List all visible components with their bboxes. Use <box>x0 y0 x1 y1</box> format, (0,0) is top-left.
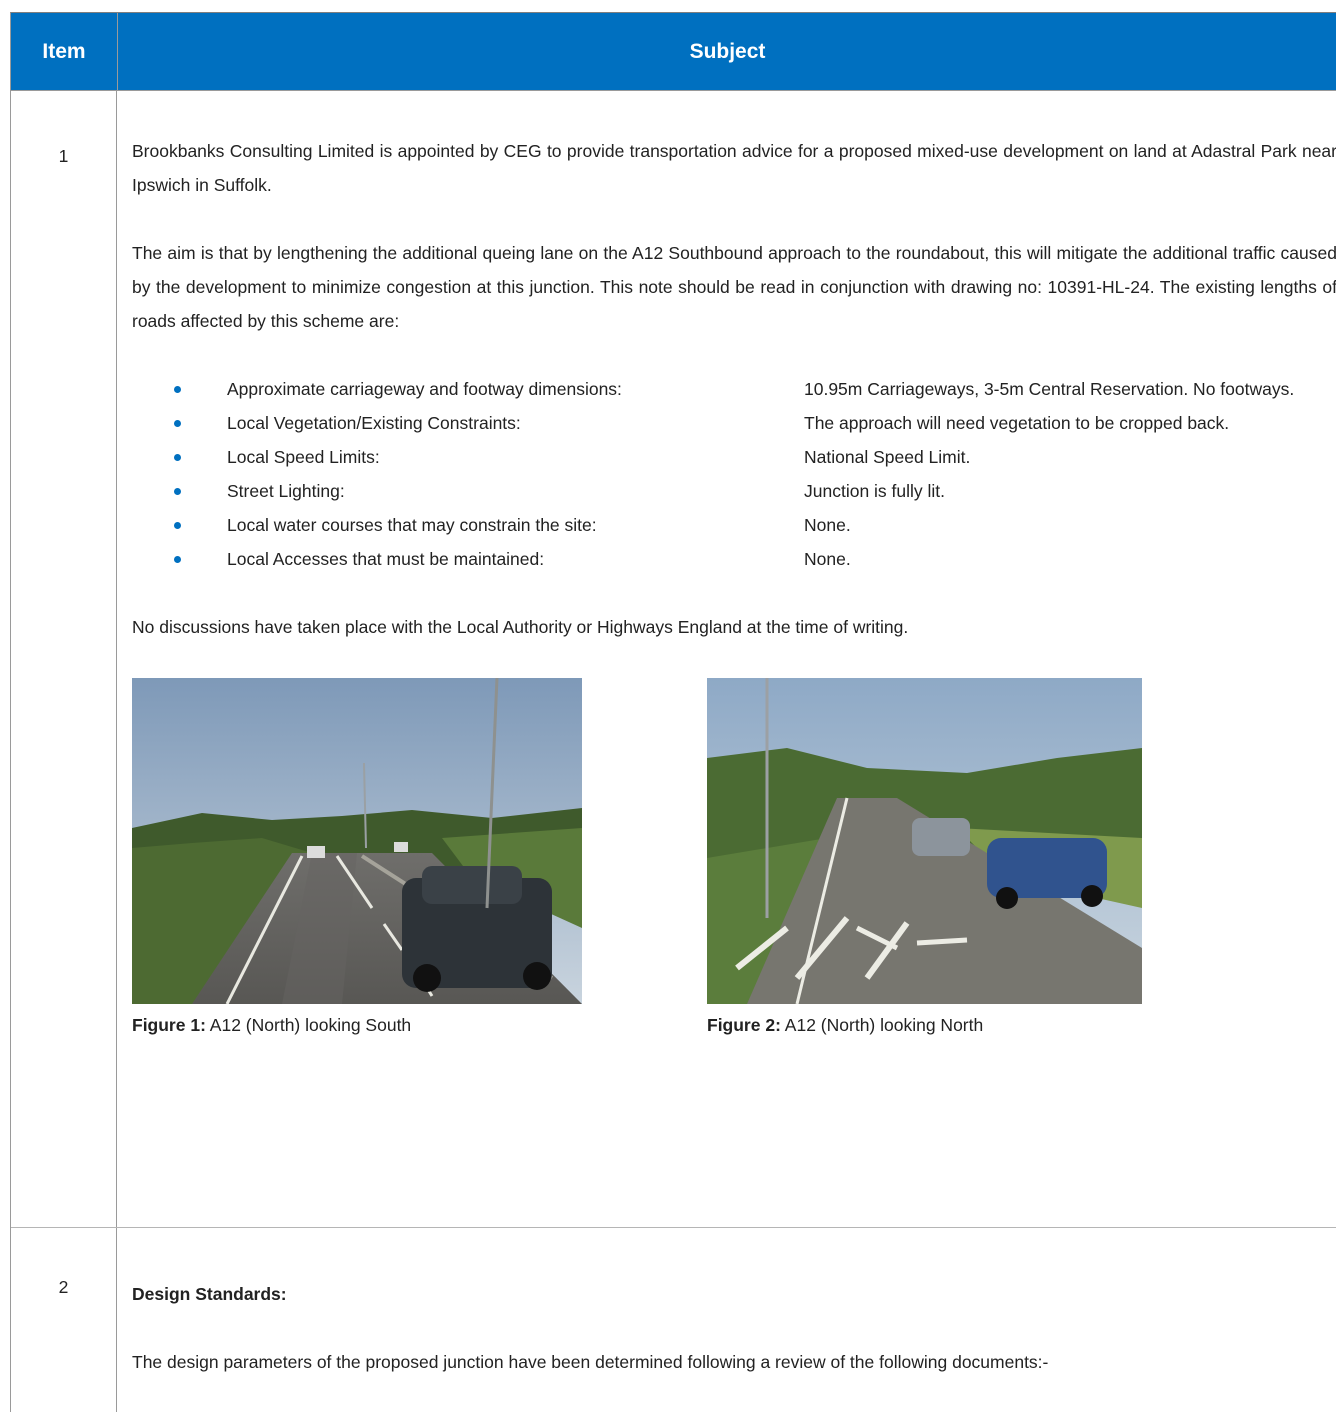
list-item: Local Accesses that must be maintained: … <box>132 542 1336 576</box>
bullet-icon <box>132 542 227 576</box>
constraint-value: National Speed Limit. <box>804 447 971 467</box>
bullet-icon <box>132 508 227 542</box>
section-heading: Design Standards: <box>132 1284 287 1304</box>
notes-table: Item Subject 1 Brookbanks Consulting Lim… <box>10 12 1336 1412</box>
road-photo-south <box>132 678 582 1004</box>
bullet-icon <box>132 372 227 406</box>
constraint-value: None. <box>804 515 851 535</box>
table-row: 2 Design Standards: The design parameter… <box>11 1228 1336 1412</box>
table-row: 1 Brookbanks Consulting Limited is appoi… <box>11 91 1336 1228</box>
list-item: Street Lighting: Junction is fully lit. <box>132 474 1336 508</box>
constraint-label: Local water courses that may constrain t… <box>227 515 597 535</box>
subject-cell: Brookbanks Consulting Limited is appoint… <box>117 91 1336 1227</box>
header-item: Item <box>11 13 118 90</box>
constraint-value: 10.95m Carriageways, 3-5m Central Reserv… <box>804 379 1295 399</box>
bullet-icon <box>132 440 227 474</box>
table-header: Item Subject <box>11 13 1336 91</box>
figure-2: Figure 2: A12 (North) looking North <box>707 678 1336 1078</box>
aim-paragraph: The aim is that by lengthening the addit… <box>132 243 1336 331</box>
bullet-icon <box>132 406 227 440</box>
header-subject: Subject <box>689 39 766 63</box>
figure-1: Figure 1: A12 (North) looking South <box>132 678 707 1078</box>
constraint-value: Junction is fully lit. <box>804 481 946 501</box>
constraint-label: Local Speed Limits: <box>227 447 380 467</box>
item-number: 2 <box>11 1228 117 1412</box>
subject-cell: Design Standards: The design parameters … <box>117 1228 1336 1412</box>
constraints-list: Approximate carriageway and footway dime… <box>132 372 1336 576</box>
standards-paragraph: The design parameters of the proposed ju… <box>132 1352 1049 1372</box>
constraint-label: Street Lighting: <box>227 481 345 501</box>
bullet-icon <box>132 474 227 508</box>
list-item: Approximate carriageway and footway dime… <box>132 372 1336 406</box>
intro-paragraph: Brookbanks Consulting Limited is appoint… <box>132 141 1336 195</box>
constraint-label: Local Vegetation/Existing Constraints: <box>227 413 521 433</box>
discussion-paragraph: No discussions have taken place with the… <box>132 617 909 637</box>
constraint-label: Approximate carriageway and footway dime… <box>227 379 622 399</box>
constraint-value: The approach will need vegetation to be … <box>804 413 1230 433</box>
list-item: Local Vegetation/Existing Constraints: T… <box>132 406 1336 440</box>
item-number: 1 <box>11 91 117 1227</box>
figures: Figure 1: A12 (North) looking South Figu… <box>132 678 1336 1078</box>
road-photo-north <box>707 678 1142 1004</box>
constraint-value: None. <box>804 549 851 569</box>
list-item: Local Speed Limits: National Speed Limit… <box>132 440 1336 474</box>
figure-1-caption: Figure 1: A12 (North) looking South <box>132 1015 412 1035</box>
list-item: Local water courses that may constrain t… <box>132 508 1336 542</box>
figure-2-caption: Figure 2: A12 (North) looking North <box>707 1015 984 1035</box>
constraint-label: Local Accesses that must be maintained: <box>227 549 545 569</box>
